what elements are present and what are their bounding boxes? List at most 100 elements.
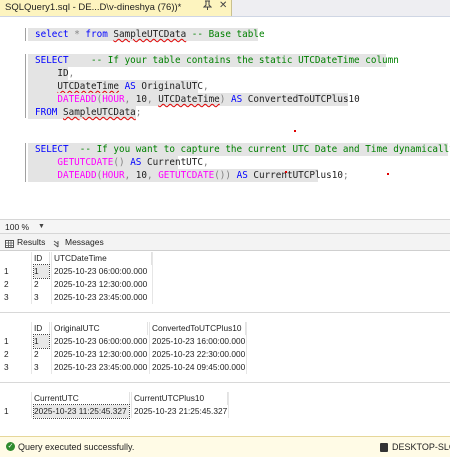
- tab-results[interactable]: Results: [4, 236, 50, 249]
- collapse-bar[interactable]: [25, 54, 26, 118]
- grid-cell[interactable]: 1: [33, 334, 50, 349]
- code-token: from: [85, 29, 108, 40]
- tab-title: SQLQuery1.sql - DE...D\v-dineshya (76))*: [5, 2, 182, 13]
- code-token: AS: [231, 94, 243, 105]
- grid-cell[interactable]: 2: [34, 348, 49, 361]
- code-token: ,: [202, 157, 209, 168]
- code-token: SampleUTCData: [63, 107, 136, 118]
- code-line[interactable]: DATEADD(HOUR, 10, GETUTCDATE()) AS Curre…: [35, 169, 348, 182]
- grid-cell[interactable]: 2025-10-23 06:00:00.000: [54, 335, 147, 348]
- grid-divider: [51, 322, 52, 374]
- collapse-bar[interactable]: [25, 28, 26, 41]
- code-token: ID: [35, 68, 69, 79]
- column-header[interactable]: ID: [32, 252, 50, 265]
- grid-cell[interactable]: 2025-10-23 21:25:45.327: [134, 405, 227, 418]
- code-token: GETUTCDATE: [158, 170, 215, 181]
- tab-results-label: Results: [17, 237, 46, 247]
- server-name: DESKTOP-SLO: [392, 442, 450, 452]
- tab-messages[interactable]: Messages: [52, 236, 106, 249]
- code-token: AS: [236, 170, 248, 181]
- code-token: 10: [130, 94, 147, 105]
- code-line[interactable]: select * from SampleUTCData -- Base tabl…: [35, 28, 265, 41]
- code-line[interactable]: SELECT -- If your table contains the sta…: [35, 54, 399, 67]
- pin-icon[interactable]: [202, 0, 213, 12]
- code-token: HOUR: [102, 170, 125, 181]
- close-icon[interactable]: ✕: [219, 0, 227, 11]
- code-token: OriginalUTC: [135, 81, 203, 92]
- status-bar: ✓ Query executed successfully. DESKTOP-S…: [0, 436, 450, 457]
- code-line[interactable]: DATEADD(HOUR, 10, UTCDateTime) AS Conver…: [35, 93, 359, 106]
- code-line[interactable]: ID,: [35, 67, 74, 80]
- grid-divider: [31, 392, 32, 418]
- grid-cell[interactable]: 2025-10-23 23:45:00.000: [54, 361, 147, 374]
- code-token: CurrentUTC: [141, 157, 203, 168]
- row-number[interactable]: 1: [4, 265, 24, 278]
- zoom-value: 100 %: [5, 222, 30, 232]
- row-number[interactable]: 2: [4, 278, 24, 291]
- grid-cell[interactable]: 2: [34, 278, 49, 291]
- error-marker: [387, 173, 389, 175]
- error-marker: [294, 130, 296, 132]
- column-header[interactable]: OriginalUTC: [52, 322, 148, 335]
- grid-cell[interactable]: 2025-10-23 11:25:45.327: [33, 404, 130, 419]
- row-number[interactable]: 3: [4, 361, 24, 374]
- tab-sqlquery1[interactable]: SQLQuery1.sql - DE...D\v-dineshya (76))*: [0, 0, 232, 16]
- query-editor[interactable]: select * from SampleUTCData -- Base tabl…: [0, 17, 450, 219]
- code-line[interactable]: GETUTCDATE() AS CurrentUTC,: [35, 156, 209, 169]
- code-token: SampleUTCData: [113, 29, 187, 40]
- grid-divider: [51, 252, 52, 304]
- row-number[interactable]: 1: [4, 405, 24, 418]
- grid-cell[interactable]: 3: [34, 291, 49, 304]
- code-token: UTCDateTime: [57, 81, 119, 92]
- tab-messages-label: Messages: [65, 237, 104, 247]
- grid-separator: [0, 312, 450, 313]
- grid-divider: [131, 392, 132, 418]
- code-token: -- If you want to capture the current UT…: [68, 144, 450, 155]
- row-number[interactable]: 2: [4, 348, 24, 361]
- grid-icon: [5, 239, 14, 248]
- error-marker: [285, 171, 287, 173]
- column-header[interactable]: ID: [32, 322, 50, 335]
- grid-cell[interactable]: 2025-10-23 16:00:00.000: [152, 335, 245, 348]
- code-token: AS: [130, 157, 142, 168]
- code-token: DATEADD: [57, 170, 97, 181]
- editor-gutter: [0, 17, 22, 219]
- document-tab-bar: SQLQuery1.sql - DE...D\v-dineshya (76))*…: [0, 0, 450, 17]
- column-header[interactable]: ConvertedToUTCPlus10: [150, 322, 246, 335]
- code-token: DATEADD: [57, 94, 97, 105]
- server-icon: [380, 443, 388, 452]
- column-header[interactable]: CurrentUTCPlus10: [132, 392, 228, 405]
- grid-divider: [31, 252, 32, 304]
- results-tab-bar: Results Messages: [0, 234, 450, 251]
- grid-cell[interactable]: 2025-10-23 12:30:00.000: [54, 278, 151, 291]
- column-header[interactable]: CurrentUTC: [32, 392, 130, 405]
- code-token: select: [35, 29, 69, 40]
- grid-cell[interactable]: 2025-10-23 22:30:00.000: [152, 348, 245, 361]
- grid-cell[interactable]: 2025-10-24 09:45:00.000: [152, 361, 245, 374]
- code-token: GETUTCDATE: [57, 157, 114, 168]
- code-token: -- Base table: [186, 29, 265, 40]
- code-token: ,: [202, 81, 209, 92]
- grid-cell[interactable]: 1: [33, 264, 50, 279]
- collapse-bar[interactable]: [25, 143, 26, 182]
- row-number[interactable]: 1: [4, 335, 24, 348]
- code-token: (): [113, 157, 125, 168]
- code-token: SELECT: [35, 144, 69, 155]
- column-header[interactable]: UTCDateTime: [52, 252, 152, 265]
- grid-cell[interactable]: 2025-10-23 06:00:00.000: [54, 265, 151, 278]
- chevron-down-icon[interactable]: ▼: [38, 221, 45, 233]
- status-message: Query executed successfully.: [18, 442, 135, 452]
- code-token: -- If your table contains the static UTC…: [68, 55, 399, 66]
- code-line[interactable]: FROM SampleUTCData;: [35, 106, 141, 119]
- grid-divider: [152, 252, 153, 304]
- grid-cell[interactable]: 2025-10-23 23:45:00.000: [54, 291, 151, 304]
- grid-cell[interactable]: 3: [34, 361, 49, 374]
- grid-cell[interactable]: 2025-10-23 12:30:00.000: [54, 348, 147, 361]
- grid-divider: [228, 392, 229, 418]
- code-line[interactable]: SELECT -- If you want to capture the cur…: [35, 143, 450, 156]
- row-number[interactable]: 3: [4, 291, 24, 304]
- code-line[interactable]: UTCDateTime AS OriginalUTC,: [35, 80, 209, 93]
